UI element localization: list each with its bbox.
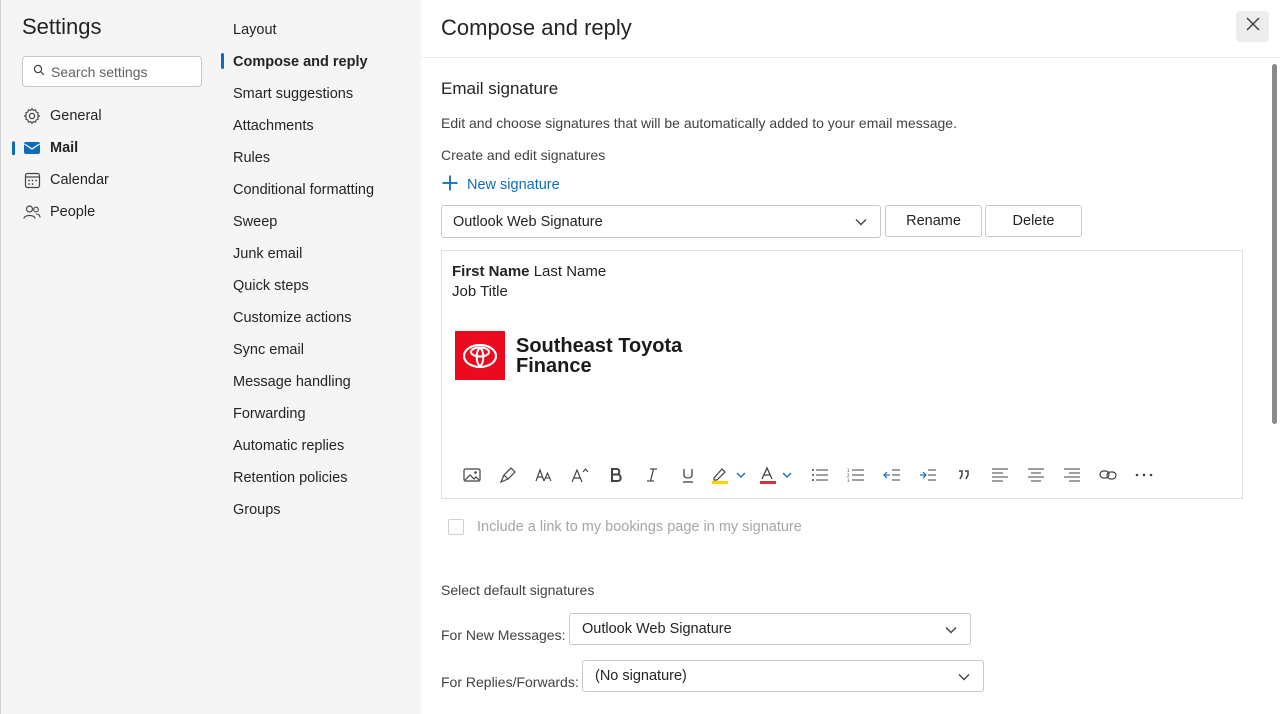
- signature-last-name: Last Name: [533, 263, 607, 280]
- highlight-icon[interactable]: [706, 461, 754, 489]
- include-bookings-label: Include a link to my bookings page in my…: [477, 519, 802, 535]
- bullets-icon[interactable]: [802, 461, 838, 489]
- align-right-icon[interactable]: [1054, 461, 1090, 489]
- replies-forwards-label: For Replies/Forwards:: [441, 674, 579, 690]
- align-left-icon[interactable]: [982, 461, 1018, 489]
- subnav-quick-steps[interactable]: Quick steps: [216, 270, 421, 302]
- close-icon: [1245, 16, 1261, 37]
- search-icon: [33, 63, 45, 81]
- settings-nav: General Mail Calendar People: [1, 100, 217, 228]
- subnav-sweep[interactable]: Sweep: [216, 206, 421, 238]
- insert-image-icon[interactable]: [454, 461, 490, 489]
- plus-icon: [441, 174, 467, 196]
- subnav-conditional-formatting[interactable]: Conditional formatting: [216, 174, 421, 206]
- subnav-compose-and-reply[interactable]: Compose and reply: [216, 46, 421, 78]
- subnav-forwarding[interactable]: Forwarding: [216, 398, 421, 430]
- include-bookings-row: Include a link to my bookings page in my…: [448, 519, 802, 535]
- format-painter-icon[interactable]: [490, 461, 526, 489]
- signature-editor[interactable]: First Name Last Name Job Title Southeast…: [441, 250, 1243, 499]
- calendar-icon: [22, 170, 42, 190]
- font-size-icon[interactable]: [562, 461, 598, 489]
- subnav-message-handling[interactable]: Message handling: [216, 366, 421, 398]
- signature-name-line: First Name Last Name: [452, 263, 606, 280]
- settings-sidebar: Settings General Mail Calendar: [0, 0, 216, 714]
- nav-item-label: Mail: [50, 140, 79, 156]
- new-signature-label: New signature: [467, 177, 560, 193]
- subnav-sync-email[interactable]: Sync email: [216, 334, 421, 366]
- toyota-logo-icon: [455, 331, 505, 380]
- mail-icon: [22, 138, 42, 158]
- subnav-attachments[interactable]: Attachments: [216, 110, 421, 142]
- subnav-customize-actions[interactable]: Customize actions: [216, 302, 421, 334]
- default-signatures-heading: Select default signatures: [441, 582, 595, 598]
- signature-description: Edit and choose signatures that will be …: [441, 115, 957, 131]
- bold-icon[interactable]: [598, 461, 634, 489]
- subnav-junk-email[interactable]: Junk email: [216, 238, 421, 270]
- formatting-toolbar: 123: [454, 461, 1162, 489]
- more-options-icon[interactable]: [1126, 461, 1162, 489]
- signature-job-title: Job Title: [452, 283, 508, 300]
- logo-line-2: Finance: [516, 354, 592, 377]
- new-signature-button[interactable]: New signature: [441, 174, 560, 196]
- increase-indent-icon[interactable]: [910, 461, 946, 489]
- subnav-smart-suggestions[interactable]: Smart suggestions: [216, 78, 421, 110]
- nav-item-people[interactable]: People: [1, 196, 217, 228]
- nav-item-label: Calendar: [50, 172, 109, 188]
- chevron-down-icon: [944, 623, 958, 641]
- signature-select[interactable]: Outlook Web Signature: [441, 205, 881, 238]
- align-center-icon[interactable]: [1018, 461, 1054, 489]
- subnav-automatic-replies[interactable]: Automatic replies: [216, 430, 421, 462]
- underline-icon[interactable]: [670, 461, 706, 489]
- company-logo: Southeast Toyota Finance: [455, 331, 682, 380]
- compose-reply-panel: Compose and reply Email signature Edit a…: [421, 0, 1280, 714]
- new-messages-signature-value: Outlook Web Signature: [582, 621, 732, 637]
- mail-settings-nav: Layout Compose and reply Smart suggestio…: [216, 0, 421, 714]
- nav-item-mail[interactable]: Mail: [1, 132, 217, 164]
- create-signatures-label: Create and edit signatures: [441, 147, 606, 163]
- email-signature-heading: Email signature: [441, 79, 559, 98]
- signature-first-name: First Name: [452, 263, 530, 280]
- nav-item-general[interactable]: General: [1, 100, 217, 132]
- numbering-icon[interactable]: 123: [838, 461, 874, 489]
- italic-icon[interactable]: [634, 461, 670, 489]
- chevron-down-icon: [854, 215, 868, 233]
- new-messages-label: For New Messages:: [441, 627, 566, 643]
- gear-icon: [22, 106, 42, 126]
- link-icon[interactable]: [1090, 461, 1126, 489]
- settings-title: Settings: [22, 14, 102, 39]
- subnav-layout[interactable]: Layout: [216, 14, 421, 46]
- replies-signature-select[interactable]: (No signature): [582, 660, 984, 692]
- new-messages-signature-select[interactable]: Outlook Web Signature: [569, 613, 971, 645]
- font-color-icon[interactable]: [754, 461, 802, 489]
- nav-item-label: People: [50, 204, 96, 220]
- subnav-rules[interactable]: Rules: [216, 142, 421, 174]
- include-bookings-checkbox[interactable]: [448, 519, 464, 535]
- svg-text:3: 3: [847, 478, 850, 482]
- logo-line-1: Southeast Toyota: [516, 334, 683, 357]
- delete-button[interactable]: Delete: [985, 205, 1082, 237]
- search-box[interactable]: [22, 56, 202, 87]
- signature-select-value: Outlook Web Signature: [453, 213, 603, 230]
- logo-wordmark: Southeast Toyota Finance: [516, 336, 682, 376]
- nav-item-label: General: [50, 108, 102, 124]
- people-icon: [22, 202, 42, 222]
- subnav-groups[interactable]: Groups: [216, 494, 421, 526]
- decrease-indent-icon[interactable]: [874, 461, 910, 489]
- rename-button[interactable]: Rename: [885, 205, 982, 237]
- page-title: Compose and reply: [441, 15, 632, 40]
- chevron-down-icon: [957, 670, 971, 688]
- scrollbar-thumb[interactable]: [1272, 64, 1277, 424]
- quote-icon[interactable]: [946, 461, 982, 489]
- subnav-retention-policies[interactable]: Retention policies: [216, 462, 421, 494]
- replies-signature-value: (No signature): [595, 668, 687, 684]
- panel-header: Compose and reply: [421, 0, 1280, 58]
- nav-item-calendar[interactable]: Calendar: [1, 164, 217, 196]
- close-button[interactable]: [1236, 11, 1269, 42]
- font-icon[interactable]: [526, 461, 562, 489]
- search-input[interactable]: [51, 63, 191, 80]
